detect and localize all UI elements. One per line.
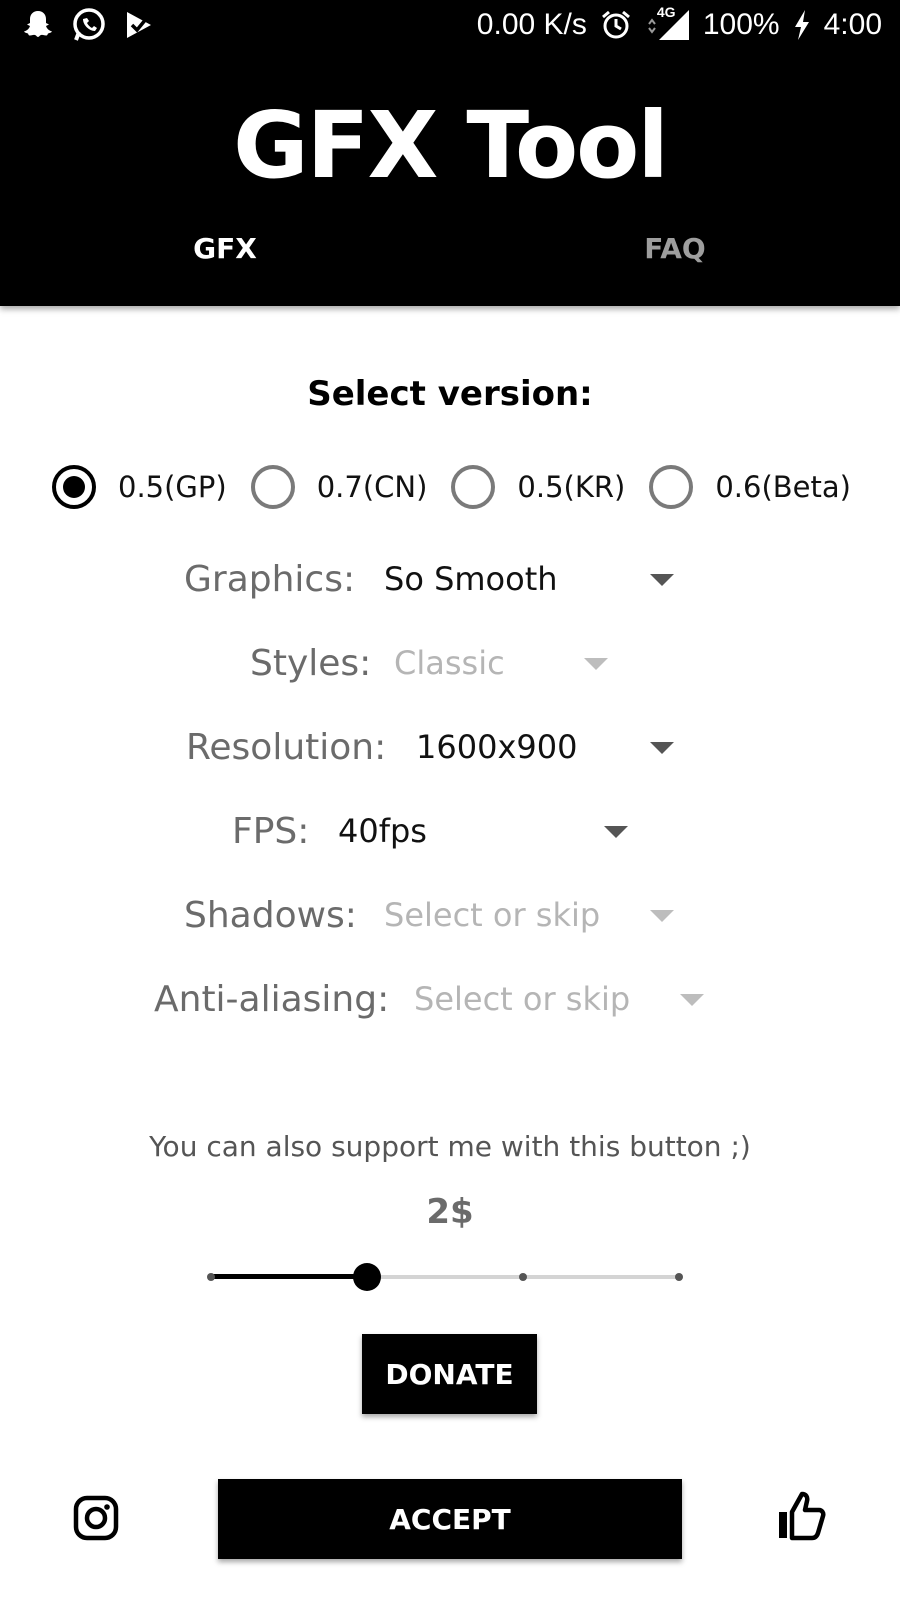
slider-tick <box>519 1273 527 1281</box>
radio-label: 0.5(GP) <box>118 470 227 504</box>
version-radio-0-6-beta[interactable]: 0.6(Beta) <box>649 465 851 509</box>
tab-faq[interactable]: FAQ <box>450 232 900 265</box>
styles-setting: Styles: Classic <box>250 638 630 688</box>
support-message: You can also support me with this button… <box>149 1130 751 1163</box>
snapchat-icon <box>20 7 56 43</box>
radio-unchecked-icon <box>250 465 295 509</box>
radio-label: 0.6(Beta) <box>715 470 851 504</box>
anti-aliasing-label: Anti-aliasing: <box>154 978 390 1020</box>
anti-aliasing-setting: Anti-aliasing: Select or skip <box>154 974 714 1024</box>
version-radio-0-5-gp[interactable]: 0.5(GP) <box>52 465 227 509</box>
styles-dropdown[interactable]: Classic <box>394 644 505 682</box>
fps-dropdown[interactable]: 40fps <box>338 812 427 850</box>
slider-thumb[interactable] <box>353 1263 381 1291</box>
donation-amount-slider[interactable] <box>205 1262 691 1292</box>
donate-button[interactable]: DONATE <box>362 1334 537 1414</box>
donation-amount: 2$ <box>426 1192 474 1232</box>
play-games-icon <box>122 8 156 42</box>
charging-icon <box>792 9 812 41</box>
fps-label: FPS: <box>232 810 310 852</box>
resolution-label: Resolution: <box>186 726 387 768</box>
radio-unchecked-icon <box>451 465 496 509</box>
shadows-dropdown[interactable]: Select or skip <box>384 896 600 934</box>
slider-fill <box>211 1274 367 1279</box>
app-header: GFX Tool GFX FAQ <box>0 52 900 306</box>
version-radio-group: 0.5(GP) 0.7(CN) 0.5(KR) 0.6(Beta) <box>52 465 851 509</box>
status-info: 0.00 K/s 4G 100% 4:00 <box>476 4 882 42</box>
resolution-setting: Resolution: 1600x900 <box>186 722 686 772</box>
dropdown-arrow-icon[interactable] <box>584 658 608 670</box>
dropdown-arrow-icon[interactable] <box>650 574 674 586</box>
thumbs-up-icon[interactable] <box>776 1490 828 1542</box>
resolution-dropdown[interactable]: 1600x900 <box>416 728 577 766</box>
signal-icon: 4G <box>645 4 691 42</box>
graphics-label: Graphics: <box>184 558 356 600</box>
dropdown-arrow-icon[interactable] <box>604 826 628 838</box>
graphics-setting: Graphics: So Smooth <box>184 554 684 604</box>
clock: 4:00 <box>823 8 882 41</box>
graphics-dropdown[interactable]: So Smooth <box>384 560 558 598</box>
dropdown-arrow-icon[interactable] <box>650 742 674 754</box>
version-radio-0-5-kr[interactable]: 0.5(KR) <box>451 465 625 509</box>
version-radio-0-7-cn[interactable]: 0.7(CN) <box>250 465 428 509</box>
dropdown-arrow-icon[interactable] <box>680 994 704 1006</box>
battery-level: 100% <box>702 8 780 41</box>
radio-label: 0.7(CN) <box>316 470 428 504</box>
slider-tick <box>207 1273 215 1281</box>
tab-gfx[interactable]: GFX <box>0 232 450 265</box>
shadows-setting: Shadows: Select or skip <box>184 890 694 940</box>
anti-aliasing-dropdown[interactable]: Select or skip <box>414 980 630 1018</box>
radio-checked-icon <box>52 465 96 509</box>
network-type: 4G <box>656 4 676 20</box>
network-speed: 0.00 K/s <box>476 8 587 41</box>
status-bar: 0.00 K/s 4G 100% 4:00 <box>0 0 900 52</box>
styles-label: Styles: <box>250 642 372 684</box>
slider-tick <box>675 1273 683 1281</box>
dropdown-arrow-icon[interactable] <box>650 910 674 922</box>
accept-button[interactable]: ACCEPT <box>218 1479 682 1559</box>
select-version-title: Select version: <box>307 374 593 414</box>
instagram-icon[interactable] <box>72 1494 120 1542</box>
fps-setting: FPS: 40fps <box>232 806 642 856</box>
radio-unchecked-icon <box>649 465 694 509</box>
notification-icons <box>20 6 156 44</box>
shadows-label: Shadows: <box>184 894 357 936</box>
radio-label: 0.5(KR) <box>517 470 626 504</box>
alarm-icon <box>599 8 633 42</box>
whatsapp-icon <box>70 6 108 44</box>
app-title: GFX Tool <box>233 92 669 199</box>
